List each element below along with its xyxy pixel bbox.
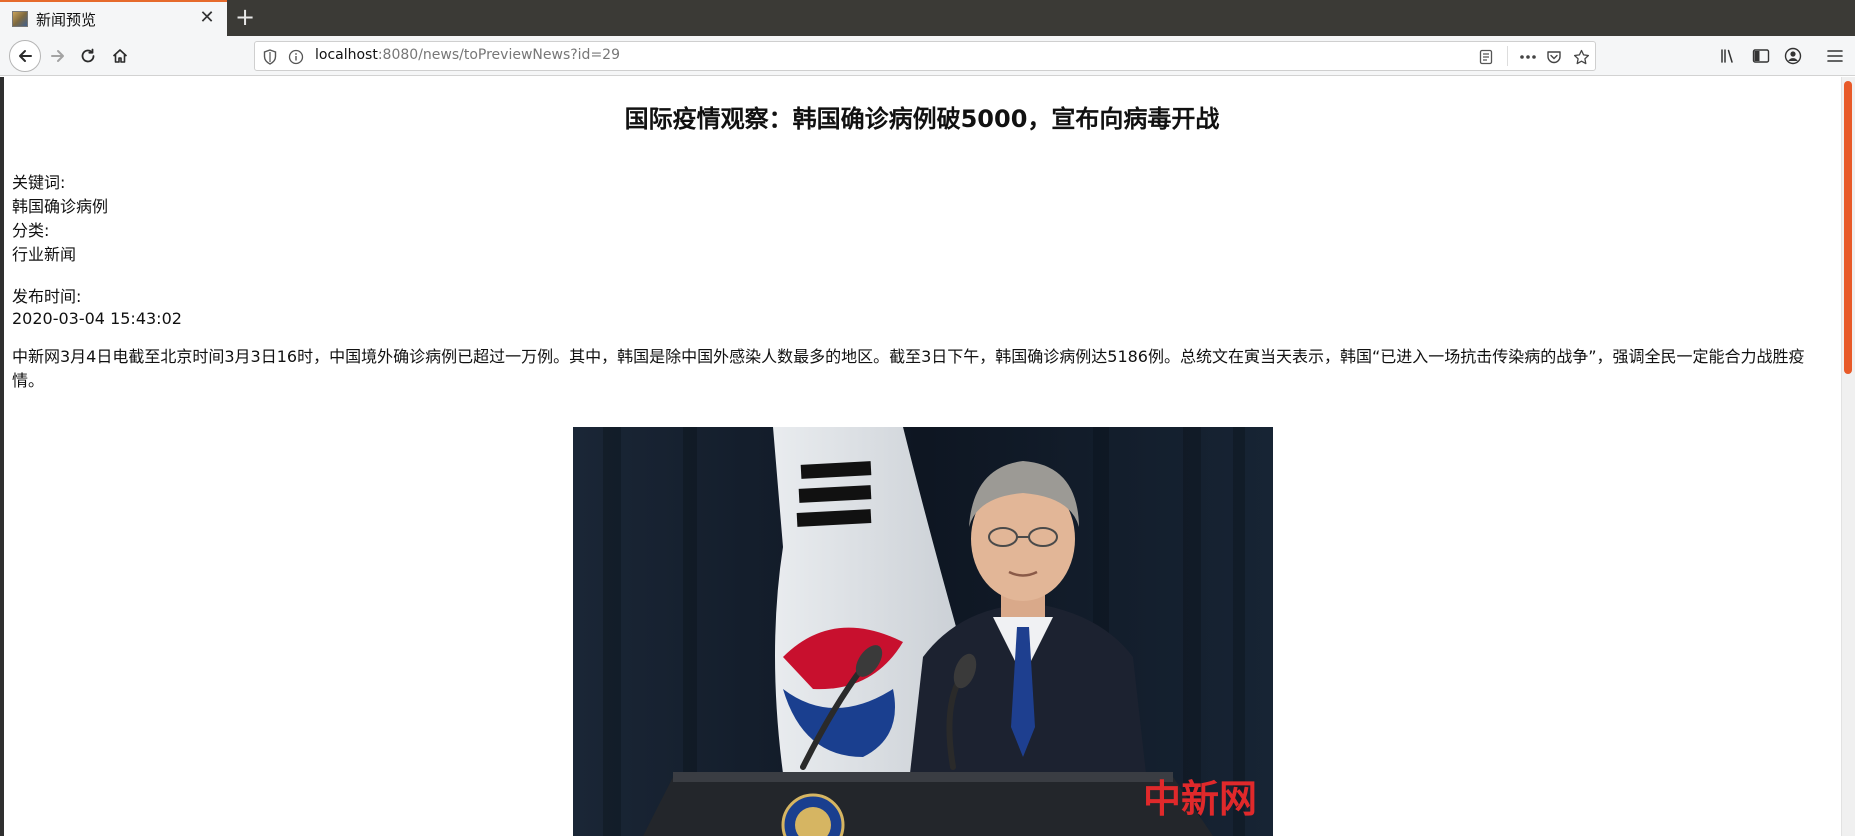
url-divider <box>1507 46 1508 66</box>
url-path: :8080/news/toPreviewNews?id=29 <box>377 47 620 63</box>
bookmark-star-icon[interactable] <box>1571 47 1591 67</box>
reload-button[interactable] <box>74 42 102 70</box>
info-icon[interactable] <box>287 48 305 66</box>
forward-button[interactable] <box>44 42 72 70</box>
reload-icon <box>81 48 95 63</box>
news-photo: 中新网 <box>573 427 1273 836</box>
address-bar[interactable]: localhost:8080/news/toPreviewNews?id=29 <box>254 41 1596 71</box>
tab-title: 新闻预览 <box>36 10 97 29</box>
home-button[interactable] <box>106 42 134 70</box>
navigation-toolbar: localhost:8080/news/toPreviewNews?id=29 <box>0 36 1855 76</box>
category-value: 行业新闻 <box>12 245 77 264</box>
close-icon[interactable]: ✕ <box>197 8 217 28</box>
tab-news-preview[interactable]: 新闻预览 ✕ <box>0 0 227 36</box>
home-icon <box>112 49 128 63</box>
publish-time-label: 发布时间: <box>12 287 82 306</box>
keywords-value: 韩国确诊病例 <box>12 197 109 216</box>
category-label: 分类: <box>12 221 50 240</box>
hamburger-menu-icon[interactable] <box>1824 46 1846 66</box>
keywords-label: 关键词: <box>12 173 66 192</box>
url-text[interactable]: localhost:8080/news/toPreviewNews?id=29 <box>315 47 620 63</box>
new-tab-button[interactable]: + <box>232 4 258 30</box>
vertical-scrollbar[interactable] <box>1841 77 1855 836</box>
back-button[interactable] <box>9 40 41 72</box>
account-icon[interactable] <box>1782 46 1804 66</box>
photo-watermark: 中新网 <box>1143 776 1257 821</box>
publish-time-value: 2020-03-04 15:43:02 <box>12 309 182 328</box>
shield-icon[interactable] <box>261 48 279 66</box>
sidebar-icon[interactable] <box>1750 46 1772 66</box>
pocket-icon[interactable] <box>1545 48 1563 66</box>
back-arrow-icon <box>19 50 32 62</box>
tab-strip: 新闻预览 ✕ + <box>0 0 1855 36</box>
page-viewport: 国际疫情观察：韩国确诊病例破5000，宣布向病毒开战 关键词: 韩国确诊病例 分… <box>0 77 1855 836</box>
news-body: 中新网3月4日电截至北京时间3月3日16时，中国境外确诊病例已超过一万例。其中，… <box>12 347 1805 390</box>
news-title: 国际疫情观察：韩国确诊病例破5000，宣布向病毒开战 <box>624 105 1220 133</box>
url-host: localhost <box>315 47 378 63</box>
forward-arrow-icon <box>51 50 64 62</box>
reader-view-icon[interactable] <box>1477 48 1495 66</box>
window-edge <box>0 77 4 836</box>
library-icon[interactable] <box>1718 46 1740 66</box>
scrollbar-thumb[interactable] <box>1844 81 1852 374</box>
more-dots-icon[interactable] <box>1517 48 1539 66</box>
picture-icon <box>12 11 28 27</box>
